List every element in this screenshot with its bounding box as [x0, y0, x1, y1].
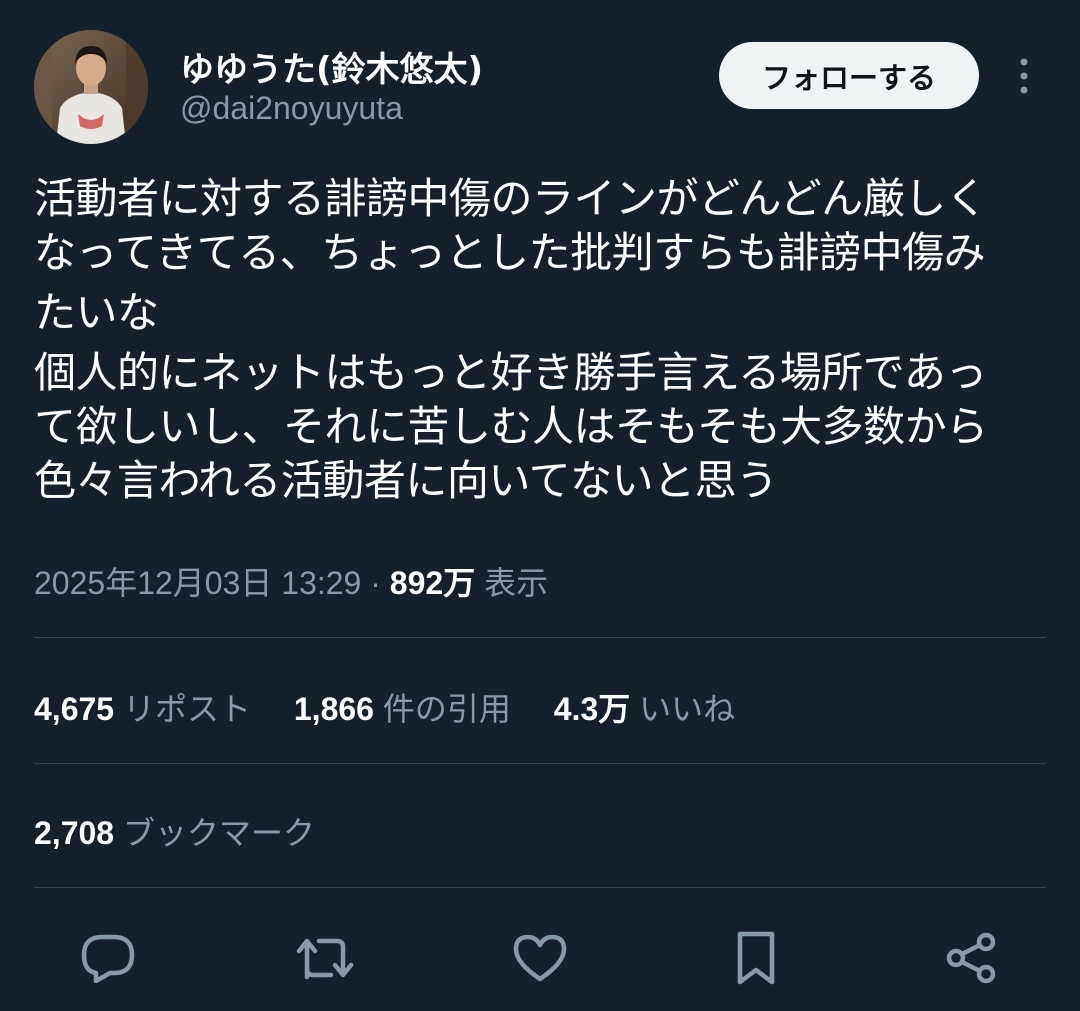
- likes-stat[interactable]: 4.3万 いいね: [554, 684, 735, 730]
- avatar[interactable]: [34, 30, 148, 144]
- more-vertical-icon: [1020, 58, 1028, 94]
- repost-button[interactable]: [295, 928, 355, 988]
- views-label: 表示: [484, 565, 549, 601]
- repost-icon: [296, 938, 354, 980]
- like-icon: [513, 934, 567, 982]
- tweet-line: なってきてる、ちょっとした批判すらも誹謗中傷み: [34, 228, 986, 277]
- reposts-stat[interactable]: 4,675 リポスト: [34, 684, 251, 730]
- avatar-image: [34, 30, 148, 144]
- views-count[interactable]: 892万: [390, 565, 475, 601]
- tweet-text: 活動者に対する誹謗中傷のラインがどんどん厳しく なってきてる、ちょっとした批判す…: [34, 172, 1054, 508]
- tweet-line: 活動者に対する誹謗中傷のラインがどんどん厳しく: [34, 174, 988, 223]
- reposts-count: 4,675: [34, 691, 115, 727]
- reposts-label: リポスト: [122, 691, 251, 727]
- tweet-line: 個人的にネットはもっと好き勝手言える場所であっ: [34, 348, 987, 397]
- quotes-stat[interactable]: 1,866 件の引用: [294, 684, 511, 730]
- tweet-line: 色々言われる活動者に向いてないと思う: [34, 456, 778, 505]
- divider: [34, 763, 1046, 764]
- follow-button[interactable]: フォローする: [719, 42, 979, 109]
- timestamp[interactable]: 2025年12月03日 13:29: [34, 565, 361, 601]
- divider: [34, 887, 1046, 888]
- tweet-line: て欲しいし、それに苦しむ人はそもそも大多数から: [34, 402, 988, 451]
- likes-label: いいね: [639, 691, 736, 727]
- more-options-button[interactable]: [1004, 54, 1044, 98]
- display-name[interactable]: ゆゆうた(鈴木悠太): [180, 42, 483, 91]
- user-handle[interactable]: @dai2noyuyuta: [180, 90, 403, 127]
- divider: [34, 637, 1046, 638]
- bookmark-stats: 2,708 ブックマーク: [34, 808, 349, 854]
- share-icon: [946, 932, 996, 984]
- bookmarks-count: 2,708: [34, 815, 115, 851]
- quotes-label: 件の引用: [382, 691, 511, 727]
- quotes-count: 1,866: [293, 691, 374, 727]
- like-button[interactable]: [510, 928, 570, 988]
- meta-separator: ·: [370, 565, 381, 601]
- engagement-stats: 4,675 リポスト 1,866 件の引用 4.3万 いいね: [34, 684, 769, 730]
- action-bar: [0, 928, 1080, 988]
- reply-icon: [81, 934, 135, 983]
- bookmarks-label: ブックマーク: [122, 815, 315, 851]
- reply-button[interactable]: [78, 928, 138, 988]
- bookmark-icon: [737, 931, 775, 985]
- bookmarks-stat[interactable]: 2,708 ブックマーク: [34, 808, 315, 854]
- bookmark-button[interactable]: [726, 928, 786, 988]
- tweet-meta: 2025年12月03日 13:29 · 892万 表示: [34, 558, 548, 604]
- share-button[interactable]: [941, 928, 1001, 988]
- tweet-line: たいな: [34, 288, 159, 337]
- tweet-header: ゆゆうた(鈴木悠太) @dai2noyuyuta フォローする: [34, 30, 1046, 144]
- likes-count: 4.3万: [553, 691, 631, 727]
